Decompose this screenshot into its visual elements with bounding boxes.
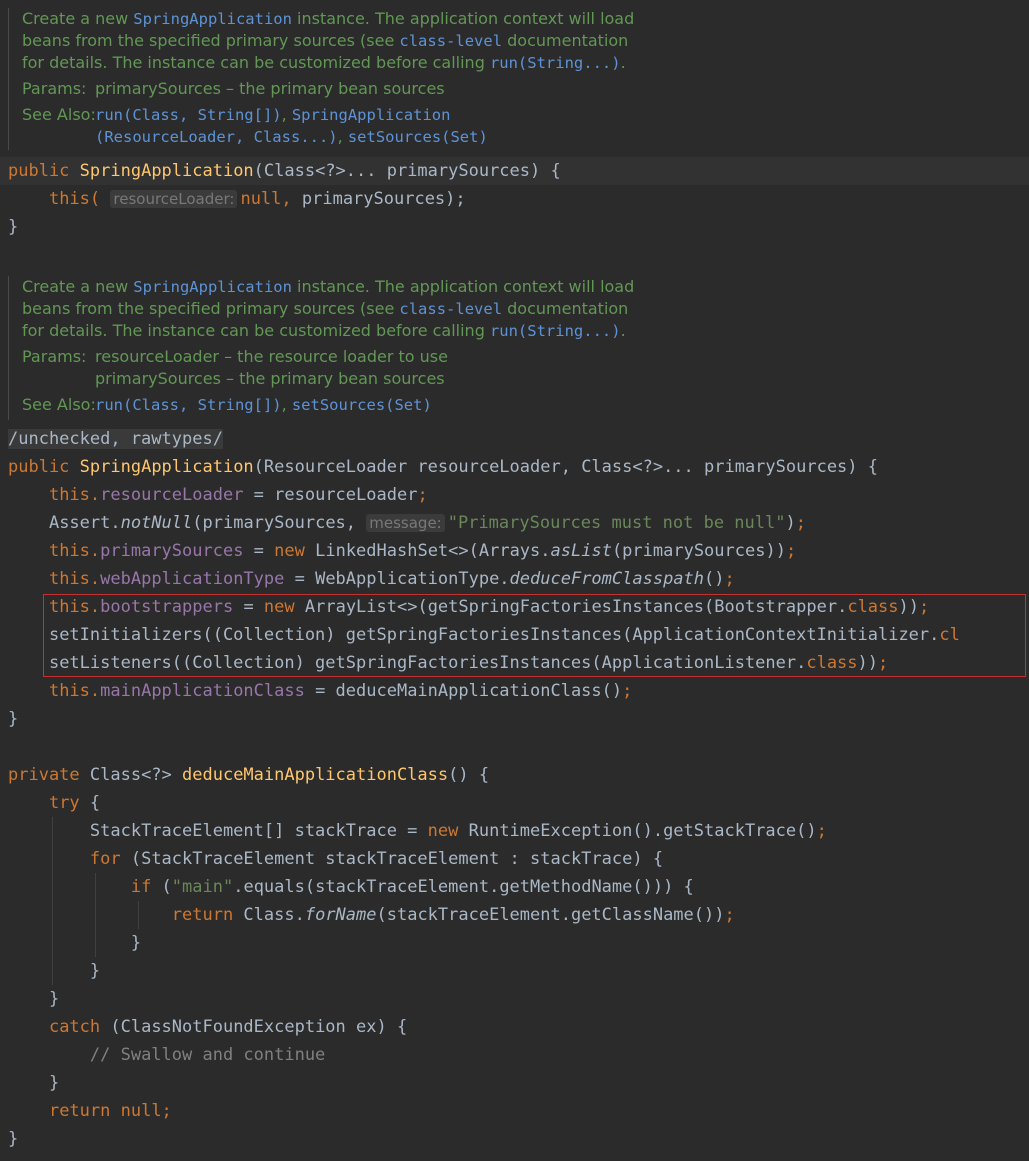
doc-link[interactable]: SpringApplication <box>133 10 292 28</box>
code-line[interactable]: } <box>8 1125 18 1153</box>
doc-link[interactable]: (ResourceLoader, Class...) <box>95 128 338 146</box>
code-line[interactable]: } <box>8 705 18 733</box>
doc-see-also-cont: (ResourceLoader, Class...), setSources(S… <box>95 127 488 146</box>
doc-link[interactable]: class-level <box>399 32 502 50</box>
doc-params: Params: primarySources – the primary bean… <box>22 79 445 98</box>
code-line[interactable]: } <box>8 1069 59 1097</box>
doc-line: Create a new SpringApplication instance.… <box>22 9 635 28</box>
javadoc-block-2: Create a new SpringApplication instance.… <box>8 276 1029 420</box>
doc-link[interactable]: class-level <box>399 300 502 318</box>
doc-link[interactable]: setSources(Set) <box>292 396 432 414</box>
doc-link[interactable]: SpringApplication <box>133 278 292 296</box>
code-line[interactable]: private Class<?> deduceMainApplicationCl… <box>8 761 489 789</box>
code-line[interactable]: } <box>8 929 141 957</box>
code-line[interactable]: if ("main".equals(stackTraceElement.getM… <box>8 873 694 901</box>
code-line[interactable]: // Swallow and continue <box>8 1041 325 1069</box>
code-line[interactable]: public SpringApplication(Class<?>... pri… <box>8 157 561 185</box>
doc-link[interactable]: SpringApplication <box>292 106 451 124</box>
code-line[interactable]: } <box>8 213 18 241</box>
code-line[interactable]: return Class.forName(stackTraceElement.g… <box>8 901 735 929</box>
code-line[interactable]: public SpringApplication(ResourceLoader … <box>8 453 878 481</box>
code-line[interactable]: this.primarySources = new LinkedHashSet<… <box>8 537 796 565</box>
code-line[interactable]: } <box>8 957 100 985</box>
annotation-line[interactable]: /unchecked, rawtypes/ <box>0 425 223 453</box>
doc-link[interactable]: run(String...) <box>490 322 621 340</box>
code-line[interactable]: catch (ClassNotFoundException ex) { <box>8 1013 407 1041</box>
code-line[interactable]: try { <box>8 789 100 817</box>
code-line[interactable]: StackTraceElement[] stackTrace = new Run… <box>8 817 827 845</box>
doc-link[interactable]: run(Class, String[]) <box>95 106 282 124</box>
code-line[interactable]: return null; <box>8 1097 172 1125</box>
code-line[interactable]: this.resourceLoader = resourceLoader; <box>8 481 428 509</box>
doc-line: beans from the specified primary sources… <box>22 31 629 50</box>
doc-params-cont: primarySources – the primary bean source… <box>95 369 445 388</box>
code-line[interactable]: } <box>8 985 59 1013</box>
doc-line: for details. The instance can be customi… <box>22 321 626 340</box>
code-line[interactable]: this.webApplicationType = WebApplication… <box>8 565 735 593</box>
doc-see-also: See Also:run(Class, String[]), setSource… <box>22 395 432 414</box>
doc-link[interactable]: setSources(Set) <box>348 128 488 146</box>
param-hint: message: <box>366 514 445 532</box>
doc-line: Create a new SpringApplication instance.… <box>22 277 635 296</box>
code-line[interactable]: Assert.notNull(primarySources, message: "… <box>8 509 806 537</box>
code-line[interactable]: this( resourceLoader: null, primarySource… <box>8 185 466 213</box>
doc-see-also: See Also:run(Class, String[]), SpringApp… <box>22 105 451 124</box>
doc-params: Params: resourceLoader – the resource loa… <box>22 347 448 366</box>
doc-link[interactable]: run(String...) <box>490 54 621 72</box>
code-line[interactable]: for (StackTraceElement stackTraceElement… <box>8 845 663 873</box>
doc-link[interactable]: run(Class, String[]) <box>95 396 282 414</box>
code-line[interactable]: this.mainApplicationClass = deduceMainAp… <box>8 677 632 705</box>
highlight-box <box>43 594 1026 677</box>
doc-line: beans from the specified primary sources… <box>22 299 629 318</box>
doc-line: for details. The instance can be customi… <box>22 53 626 72</box>
javadoc-block-1: Create a new SpringApplication instance.… <box>8 8 1029 150</box>
param-hint: resourceLoader: <box>110 190 238 208</box>
